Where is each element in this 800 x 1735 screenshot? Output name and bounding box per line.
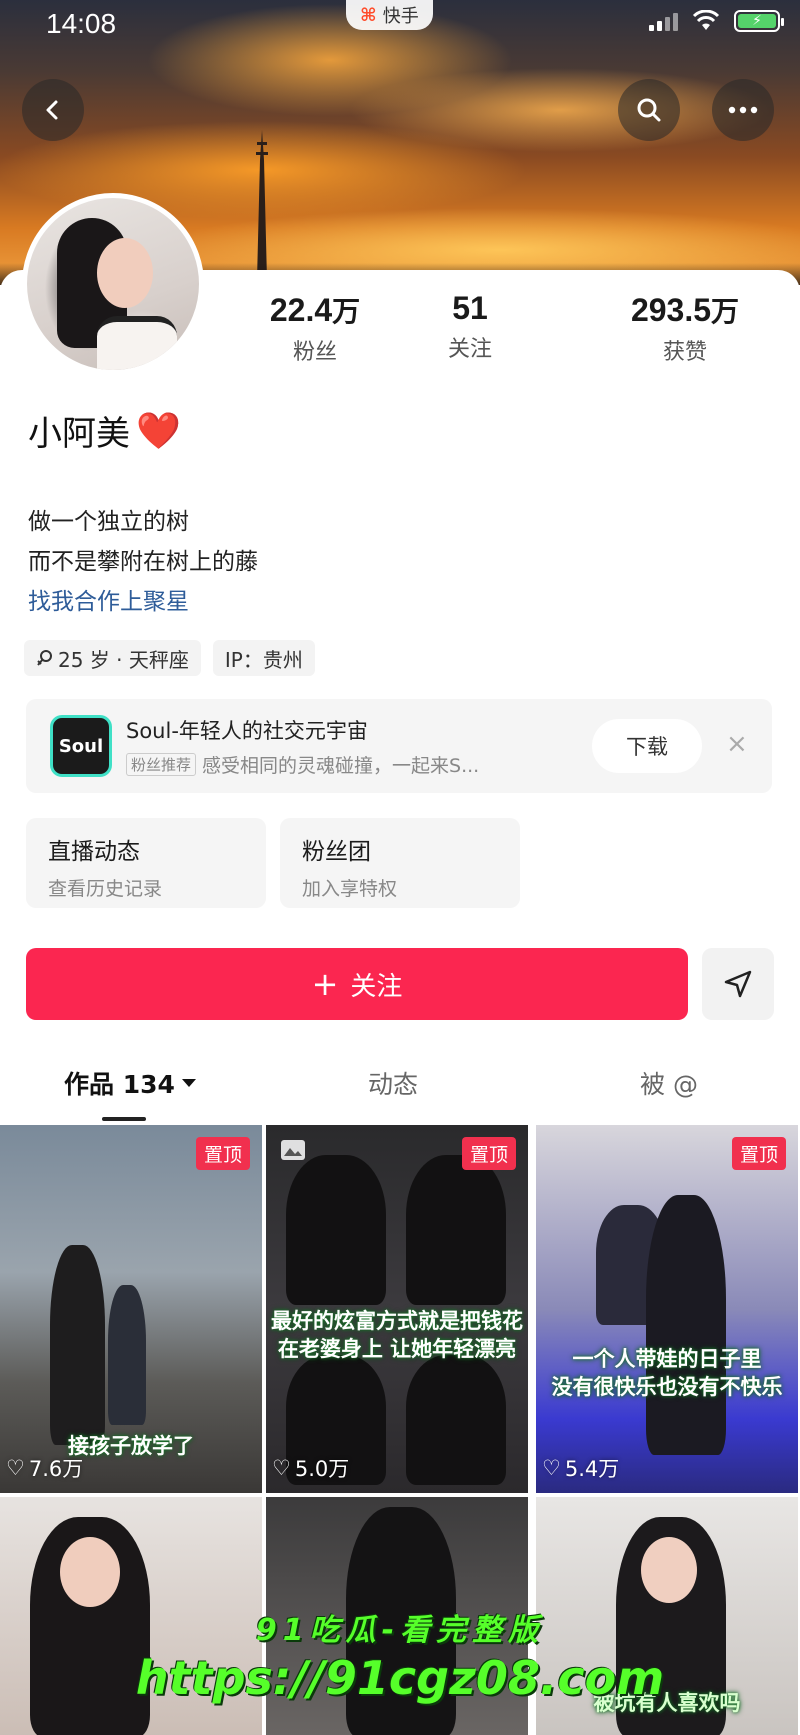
send-icon — [724, 970, 752, 998]
video-thumbnail[interactable]: 置顶 一个人带娃的日子里 没有很快乐也没有不快乐 ♡ 5.4万 — [536, 1125, 798, 1493]
profile-tags: 25 岁 · 天秤座 IP：贵州 — [24, 640, 315, 676]
video-likes: ♡ 5.0万 — [272, 1453, 349, 1483]
video-likes-count: 5.0万 — [294, 1457, 350, 1481]
tab-moments-label: 动态 — [368, 1070, 419, 1099]
tab-moments[interactable]: 动态 — [368, 1065, 418, 1101]
search-button[interactable] — [618, 79, 680, 141]
pinned-badge: 置顶 — [195, 1137, 250, 1170]
tower-silhouette — [256, 130, 268, 280]
more-icon — [728, 106, 758, 114]
image-album-icon — [281, 1140, 305, 1160]
followers-unit: 万 — [332, 296, 361, 327]
fan-club-card[interactable]: 粉丝团 加入享特权 — [280, 818, 520, 908]
video-likes-count: 7.6万 — [28, 1457, 84, 1481]
search-icon — [637, 98, 661, 122]
quick-card-subtitle: 查看历史记录 — [48, 878, 163, 900]
active-tab-indicator — [102, 1117, 146, 1121]
likes-count: 293.5 — [630, 292, 712, 328]
stat-followers[interactable]: 22.4万 粉丝 — [235, 290, 395, 366]
status-bar: 14:08 ⌘ 快手 ⚡ — [0, 0, 800, 50]
bio-line: 而不是攀附在树上的藤 — [28, 549, 258, 575]
video-thumbnail[interactable] — [0, 1497, 262, 1735]
content-tabs: 作品 134 动态 被 @ — [0, 1065, 800, 1125]
stat-following[interactable]: 51 关注 — [415, 290, 525, 363]
video-likes: ♡ 5.4万 — [542, 1453, 619, 1483]
video-thumbnail[interactable]: 置顶 最好的炫富方式就是把钱花 在老婆身上 让她年轻漂亮 ♡ 5.0万 — [266, 1125, 528, 1493]
back-button[interactable] — [22, 79, 84, 141]
caret-down-icon — [181, 1079, 196, 1087]
video-likes: ♡ 7.6万 — [6, 1453, 83, 1483]
video-thumbnail[interactable]: 置顶 接孩子放学了 ♡ 7.6万 — [0, 1125, 262, 1493]
wifi-icon — [692, 10, 720, 30]
kuaishou-logo-icon: ⌘ — [360, 4, 377, 26]
follow-button[interactable]: + 关注 — [26, 948, 688, 1020]
video-caption-line: 一个人带娃的日子里 — [572, 1347, 762, 1371]
chevron-left-icon — [46, 100, 58, 120]
bio-line: 做一个独立的树 — [28, 509, 189, 535]
profile-bio: 做一个独立的树 而不是攀附在树上的藤 找我合作上聚星 — [28, 502, 258, 622]
tag-ip-location-label: IP：贵州 — [224, 647, 303, 672]
heart-icon: ❤️ — [136, 410, 181, 452]
ad-download-button[interactable]: 下载 — [592, 719, 702, 773]
ad-banner[interactable]: Soul Soul-年轻人的社交元宇宙 粉丝推荐 感受相同的灵魂碰撞，一起来S.… — [26, 699, 772, 793]
following-label: 关注 — [447, 337, 492, 362]
ad-subtitle-text: 感受相同的灵魂碰撞，一起来S... — [202, 755, 480, 777]
app-indicator-label: 快手 — [382, 6, 419, 27]
tag-age-zodiac: 25 岁 · 天秤座 — [24, 640, 201, 676]
followers-label: 粉丝 — [292, 340, 337, 365]
gender-female-icon — [37, 650, 52, 666]
avatar[interactable] — [22, 193, 204, 375]
bio-link[interactable]: 找我合作上聚星 — [28, 582, 258, 622]
status-time: 14:08 — [46, 8, 117, 39]
profile-name: 小阿美 ❤️ — [28, 406, 181, 455]
tab-works-label: 作品 134 — [64, 1070, 175, 1099]
profile-stats: 22.4万 粉丝 51 关注 293.5万 获赞 — [235, 290, 795, 370]
video-caption-line: 在老婆身上 让她年轻漂亮 — [277, 1337, 517, 1361]
close-icon[interactable]: × — [726, 729, 748, 759]
video-thumbnail[interactable]: 被坑有人喜欢吗 — [536, 1497, 798, 1735]
quick-card-title: 粉丝团 — [302, 839, 371, 865]
signal-icon — [649, 11, 678, 31]
ad-subtitle: 粉丝推荐 感受相同的灵魂碰撞，一起来S... — [126, 751, 479, 778]
stat-likes[interactable]: 293.5万 获赞 — [600, 290, 770, 366]
likes-unit: 万 — [711, 296, 740, 327]
ad-title: Soul-年轻人的社交元宇宙 — [126, 719, 368, 743]
soul-app-logo: Soul — [50, 715, 112, 777]
tag-ip-location: IP：贵州 — [212, 640, 315, 676]
heart-outline-icon: ♡ — [6, 1456, 25, 1480]
share-button[interactable] — [702, 948, 774, 1020]
quick-card-title: 直播动态 — [48, 839, 140, 865]
pinned-badge: 置顶 — [731, 1137, 786, 1170]
tab-mentions-label: 被 @ — [640, 1070, 698, 1099]
video-likes-count: 5.4万 — [564, 1457, 620, 1481]
followers-count: 22.4 — [269, 292, 333, 328]
tag-age-zodiac-label: 25 岁 · 天秤座 — [58, 647, 189, 672]
profile-name-text: 小阿美 — [28, 414, 130, 454]
video-grid: 置顶 接孩子放学了 ♡ 7.6万 置顶 最好的炫富方式就是把钱花 在老婆身上 让… — [0, 1125, 800, 1735]
tab-works[interactable]: 作品 134 — [64, 1065, 197, 1101]
heart-outline-icon: ♡ — [272, 1456, 291, 1480]
video-thumbnail[interactable] — [266, 1497, 528, 1735]
following-count: 51 — [452, 290, 488, 326]
tab-mentions[interactable]: 被 @ — [640, 1065, 698, 1101]
follow-button-label: 关注 — [350, 971, 403, 1002]
live-history-card[interactable]: 直播动态 查看历史记录 — [26, 818, 266, 908]
status-indicators: ⚡ — [649, 10, 784, 32]
quick-card-subtitle: 加入享特权 — [302, 878, 398, 900]
more-button[interactable] — [712, 79, 774, 141]
battery-icon: ⚡ — [734, 10, 784, 32]
plus-icon: + — [311, 965, 339, 1003]
ad-badge: 粉丝推荐 — [126, 753, 197, 776]
likes-label: 获赞 — [662, 340, 707, 365]
pinned-badge: 置顶 — [461, 1137, 516, 1170]
app-indicator-pill: ⌘ 快手 — [346, 0, 433, 30]
heart-outline-icon: ♡ — [542, 1456, 561, 1480]
video-caption-line: 没有很快乐也没有不快乐 — [551, 1375, 783, 1399]
video-caption-line: 最好的炫富方式就是把钱花 — [271, 1309, 523, 1333]
video-caption: 被坑有人喜欢吗 — [593, 1691, 741, 1715]
